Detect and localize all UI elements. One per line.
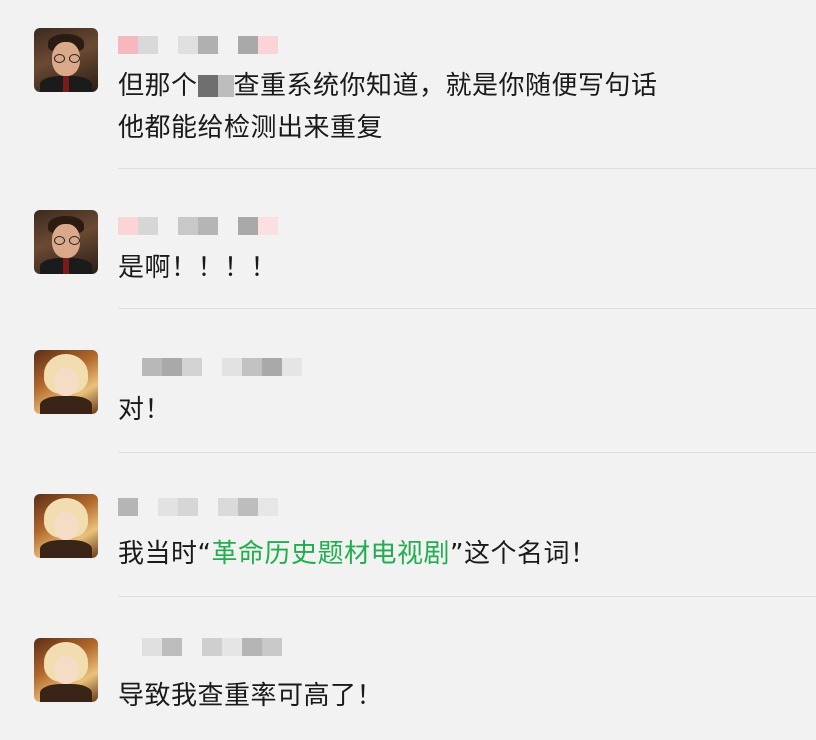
sender-name-redacted — [118, 215, 278, 237]
redacted-block — [217, 75, 234, 97]
avatar[interactable] — [34, 494, 98, 558]
message-text-part: 查重系统你知道，就是你随便写句话 — [233, 71, 658, 101]
message-text-part: 但那个 — [118, 71, 198, 101]
quote-mark: “ — [197, 539, 212, 569]
sender-name-redacted — [118, 636, 282, 658]
sender-name-redacted — [118, 496, 278, 518]
sender-name-redacted — [118, 34, 278, 56]
message-text-part: ”这个名词！ — [450, 539, 597, 569]
message-text: 对！ — [118, 395, 172, 425]
avatar[interactable] — [34, 638, 98, 702]
message-text: 他都能给检测出来重复 — [118, 113, 384, 143]
divider — [118, 308, 816, 309]
divider — [118, 452, 816, 453]
message-text: 是啊！！！！ — [118, 253, 278, 283]
divider — [118, 168, 816, 169]
redacted-block — [197, 75, 218, 97]
avatar[interactable] — [34, 350, 98, 414]
divider — [118, 596, 816, 597]
message-text-part: 我当时 — [118, 539, 198, 569]
message-text: 我当时“革命历史题材电视剧”这个名词！ — [118, 534, 597, 574]
avatar[interactable] — [34, 210, 98, 274]
message-text: 但那个 查重系统你知道，就是你随便写句话 — [118, 66, 658, 106]
highlighted-term[interactable]: 革命历史题材电视剧 — [212, 539, 451, 569]
message-text: 导致我查重率可高了！ — [118, 681, 384, 711]
sender-name-redacted — [118, 356, 302, 378]
avatar[interactable] — [34, 28, 98, 92]
